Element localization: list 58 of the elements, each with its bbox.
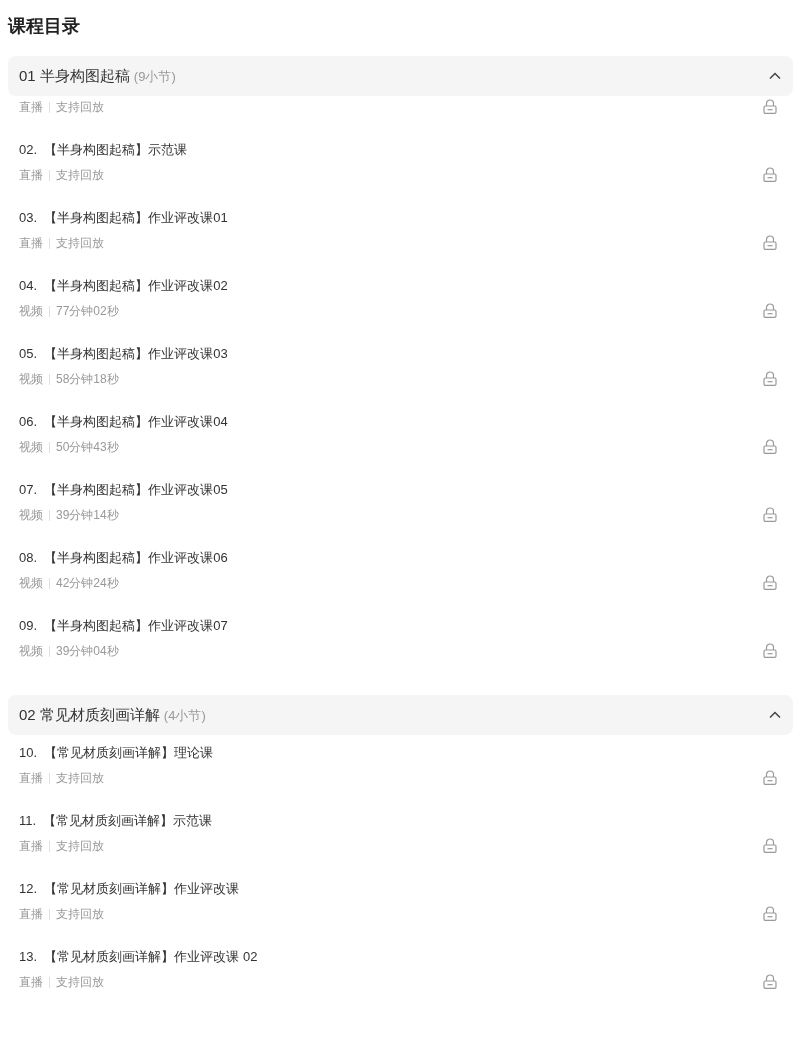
lesson-title[interactable]: 02. 【半身构图起稿】示范课 (19, 140, 188, 160)
lesson-title[interactable]: 05. 【半身构图起稿】作业评改课03 (19, 344, 228, 364)
lesson-meta: 支持回放 (56, 974, 104, 991)
lesson-title[interactable]: 08. 【半身构图起稿】作业评改课06 (19, 548, 228, 568)
lesson-meta: 支持回放 (56, 770, 104, 787)
lesson-meta: 直播 (19, 99, 43, 116)
lesson-meta: 42分钟24秒 (56, 575, 119, 592)
lock-icon (763, 371, 777, 386)
section-title: 02 常见材质刻画详解 (4小节) (19, 705, 206, 725)
lesson-title[interactable]: 07. 【半身构图起稿】作业评改课05 (19, 480, 228, 500)
lesson-meta: 39分钟04秒 (56, 643, 119, 660)
lesson-meta: 支持回放 (56, 99, 104, 116)
lock-icon (763, 303, 777, 318)
chevron-icon[interactable] (769, 72, 781, 80)
lesson-title[interactable]: 03. 【半身构图起稿】作业评改课01 (19, 208, 228, 228)
lesson-meta: 视频 (19, 575, 43, 592)
lesson-meta: 视频 (19, 439, 43, 456)
lock-icon (763, 439, 777, 454)
lock-icon (763, 167, 777, 182)
lesson-meta: 直播 (19, 974, 43, 991)
page-title: 课程目录 (8, 15, 81, 38)
lock-icon (763, 906, 777, 921)
chevron-icon[interactable] (769, 711, 781, 719)
section-title: 01 半身构图起稿 (9小节) (19, 66, 176, 86)
lesson-title[interactable]: 04. 【半身构图起稿】作业评改课02 (19, 276, 228, 296)
lesson-meta: 视频 (19, 303, 43, 320)
lesson-meta: 支持回放 (56, 906, 104, 923)
lesson-meta: 58分钟18秒 (56, 371, 119, 388)
lesson-meta: 50分钟43秒 (56, 439, 119, 456)
lock-icon (763, 575, 777, 590)
lesson-meta: 支持回放 (56, 838, 104, 855)
lock-icon (763, 99, 777, 114)
lock-icon (763, 770, 777, 785)
lesson-title[interactable]: 13. 【常见材质刻画详解】作业评改课 02 (19, 947, 258, 967)
lesson-meta: 支持回放 (56, 167, 104, 184)
section-header[interactable]: 02 常见材质刻画详解 (4小节) (8, 695, 793, 735)
lesson-meta: 视频 (19, 507, 43, 524)
lesson-meta: 直播 (19, 235, 43, 252)
lock-icon (763, 507, 777, 522)
lock-icon (763, 974, 777, 989)
lock-icon (763, 643, 777, 658)
lesson-title[interactable]: 12. 【常见材质刻画详解】作业评改课 (19, 879, 240, 899)
lesson-title[interactable]: 09. 【半身构图起稿】作业评改课07 (19, 616, 228, 636)
lesson-meta: 直播 (19, 770, 43, 787)
lesson-meta: 视频 (19, 371, 43, 388)
lesson-title[interactable]: 11. 【常见材质刻画详解】示范课 (19, 811, 213, 831)
lock-icon (763, 235, 777, 250)
lesson-meta: 直播 (19, 838, 43, 855)
lesson-meta: 视频 (19, 643, 43, 660)
section-header[interactable]: 01 半身构图起稿 (9小节) (8, 56, 793, 96)
lesson-meta: 直播 (19, 167, 43, 184)
lesson-title[interactable]: 06. 【半身构图起稿】作业评改课04 (19, 412, 228, 432)
lesson-meta: 直播 (19, 906, 43, 923)
lesson-meta: 77分钟02秒 (56, 303, 119, 320)
lesson-meta: 39分钟14秒 (56, 507, 119, 524)
lesson-title[interactable]: 10. 【常见材质刻画详解】理论课 (19, 743, 214, 763)
lock-icon (763, 838, 777, 853)
lesson-meta: 支持回放 (56, 235, 104, 252)
